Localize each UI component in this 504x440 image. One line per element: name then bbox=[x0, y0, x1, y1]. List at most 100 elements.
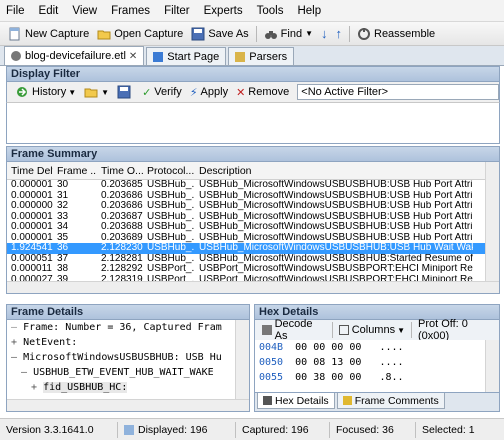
history-icon bbox=[17, 87, 27, 97]
cell-protocol: USBHub_... bbox=[147, 201, 195, 211]
tree-node-fid-usbhub-hc[interactable]: + fid_USBHUB_HC: bbox=[31, 382, 128, 393]
column-protocol[interactable]: Protocol... bbox=[143, 165, 195, 177]
tree-node-frame-label: Frame: Number = 36, Captured Fram bbox=[23, 322, 222, 333]
status-selected: Selected: 1 bbox=[422, 423, 475, 436]
hex-ascii: .... bbox=[379, 357, 404, 368]
columns-label: Columns bbox=[351, 324, 396, 336]
frame-row[interactable]: 0.000001 30 0.203685 USBHub_... USBHub_Micro… bbox=[7, 180, 499, 191]
collapse-minus-icon-2[interactable]: – bbox=[21, 367, 27, 378]
hex-view-vertical-scrollbar[interactable] bbox=[485, 340, 499, 392]
filter-verify-button[interactable]: ✓ Verify bbox=[138, 82, 186, 102]
cell-time-delta: 0.000001 bbox=[11, 190, 53, 201]
frame-row[interactable]: 0.000001 31 0.203686 USBHub_... USBHub_Micro… bbox=[7, 191, 499, 202]
frame-row[interactable]: 0.000001 34 0.203688 USBHub_... USBHub_Micro… bbox=[7, 222, 499, 233]
hex-ascii: .8.. bbox=[379, 372, 404, 383]
menu-experts[interactable]: Experts bbox=[204, 5, 243, 17]
filter-remove-button[interactable]: ✕ Remove bbox=[232, 82, 293, 102]
find-down-button[interactable]: ↓ bbox=[317, 24, 332, 44]
filter-apply-button[interactable]: ⚡ Apply bbox=[186, 82, 232, 102]
column-description[interactable]: Description bbox=[195, 165, 473, 177]
frame-row[interactable]: 0.000001 33 0.203687 USBHub_... USBHub_Micro… bbox=[7, 212, 499, 223]
find-button[interactable]: Find ▼ bbox=[260, 24, 317, 44]
frame-row[interactable]: 0.000011 38 2.128292 USBPort_... USBPort_Mic… bbox=[7, 264, 499, 275]
cell-time-delta: 0.000001 bbox=[11, 222, 53, 232]
frame-row[interactable]: 0.000001 35 0.203689 USBHub_... USBHub_Micro… bbox=[7, 233, 499, 244]
tab-capture-file[interactable]: blog-devicefailure.etl ✕ bbox=[4, 46, 145, 65]
cell-description: USBPort_MicrosoftWindowsUSBUSBPORT:EHCI … bbox=[199, 264, 473, 274]
tab-capture-file-label: blog-devicefailure.etl bbox=[25, 50, 126, 62]
tree-node-wait-wake[interactable]: – USBHUB_ETW_EVENT_HUB_WAIT_WAKE bbox=[21, 367, 214, 378]
find-up-button[interactable]: ↑ bbox=[332, 24, 347, 44]
menu-tools[interactable]: Tools bbox=[257, 5, 284, 17]
hex-row[interactable]: 0050 00 08 13 00 .... bbox=[259, 357, 404, 368]
decode-as-label: Decode As bbox=[274, 318, 313, 342]
tree-node-netevent[interactable]: + NetEvent: bbox=[11, 337, 77, 348]
frame-summary-horizontal-scrollbar[interactable] bbox=[7, 281, 499, 293]
new-capture-button[interactable]: New Capture bbox=[4, 24, 93, 44]
filter-history-button[interactable]: History ▼ bbox=[11, 82, 80, 102]
cell-description: USBHub_MicrosoftWindowsUSBUSBHUB:USB Hub… bbox=[199, 211, 473, 222]
expand-plus-icon-2[interactable]: + bbox=[31, 382, 37, 393]
cell-frame-number: 33 bbox=[57, 211, 69, 222]
close-tab-icon[interactable]: ✕ bbox=[129, 51, 137, 62]
status-focused: Focused: 36 bbox=[330, 421, 416, 438]
hex-address: 004B bbox=[259, 342, 284, 353]
collapse-minus-icon[interactable]: – bbox=[11, 352, 17, 363]
apply-filter-icon: ⚡ bbox=[189, 86, 198, 99]
filter-save-button[interactable] bbox=[113, 82, 138, 102]
reassemble-button[interactable]: Reassemble bbox=[353, 24, 439, 44]
cell-protocol: USBHub_... bbox=[147, 190, 195, 201]
tree-node-netevent-label: NetEvent: bbox=[23, 337, 78, 348]
frame-row[interactable]: 0.000051 37 2.128281 USBHub_... USBHub_Micro… bbox=[7, 254, 499, 265]
menu-help[interactable]: Help bbox=[297, 5, 321, 17]
expand-plus-icon[interactable]: + bbox=[11, 337, 17, 348]
cell-frame-number: 37 bbox=[57, 253, 69, 264]
cell-description: USBHub_MicrosoftWindowsUSBUSBHUB:Started… bbox=[199, 253, 473, 264]
tree-node-usbhub[interactable]: – MicrosoftWindowsUSBUSBHUB: USB Hu bbox=[11, 352, 222, 363]
tab-hex-details[interactable]: Hex Details bbox=[257, 393, 335, 409]
frame-details-horizontal-scrollbar[interactable] bbox=[7, 399, 249, 411]
open-capture-button[interactable]: Open Capture bbox=[93, 24, 187, 44]
tab-start-page[interactable]: Start Page bbox=[146, 47, 227, 65]
menu-file[interactable]: File bbox=[6, 5, 25, 17]
decode-as-button[interactable]: Decode As bbox=[259, 318, 329, 342]
hex-row[interactable]: 004B 00 00 00 00 .... bbox=[259, 342, 404, 353]
filter-text-area[interactable] bbox=[6, 102, 500, 144]
hex-row[interactable]: 0055 00 38 00 00 .8.. bbox=[259, 372, 404, 383]
column-frame-number[interactable]: Frame ... bbox=[53, 165, 97, 177]
cell-time-delta: 1.924541 bbox=[11, 243, 53, 253]
active-filter-field[interactable]: <No Active Filter> bbox=[297, 84, 499, 100]
arrow-down-icon: ↓ bbox=[321, 26, 328, 41]
save-as-button[interactable]: Save As bbox=[187, 24, 252, 44]
column-time-offset[interactable]: Time O... bbox=[97, 165, 143, 177]
tab-frame-comments[interactable]: Frame Comments bbox=[336, 393, 445, 409]
tab-parsers[interactable]: Parsers bbox=[228, 47, 295, 65]
columns-icon bbox=[338, 325, 349, 335]
cell-protocol: USBHub_... bbox=[147, 222, 195, 232]
filter-load-button[interactable]: ▼ bbox=[80, 82, 113, 102]
frame-row[interactable]: 0.000000 32 0.203686 USBHub_... USBHub_Micro… bbox=[7, 201, 499, 212]
find-label: Find bbox=[280, 27, 303, 40]
document-tab-bar: blog-devicefailure.etl ✕ Start Page Pars… bbox=[0, 46, 504, 66]
tree-branch-icon: – bbox=[11, 322, 18, 333]
display-filter-toolbar: History ▼ ▼ ✓ Verify ⚡ Apply ✕ Remove <N… bbox=[6, 82, 500, 102]
frame-summary-rows: 0.000001 30 0.203685 USBHub_... USBHub_Micro… bbox=[7, 180, 499, 285]
menu-filter[interactable]: Filter bbox=[164, 5, 190, 17]
history-chevron-down-icon: ▼ bbox=[68, 87, 77, 97]
column-time-delta[interactable]: Time Delta bbox=[7, 165, 53, 177]
cell-time-delta: 0.000001 bbox=[11, 232, 53, 243]
tree-node-frame[interactable]: – Frame: Number = 36, Captured Fram bbox=[11, 322, 222, 333]
reassemble-label: Reassemble bbox=[374, 27, 436, 40]
menu-view[interactable]: View bbox=[72, 5, 97, 17]
columns-button[interactable]: Columns ▼ bbox=[336, 320, 408, 340]
parsers-icon bbox=[235, 51, 246, 62]
menu-frames[interactable]: Frames bbox=[111, 5, 150, 17]
frame-summary-vertical-scrollbar[interactable] bbox=[485, 162, 499, 293]
save-as-label: Save As bbox=[208, 27, 249, 40]
menu-edit[interactable]: Edit bbox=[39, 5, 59, 17]
frame-details-vertical-scrollbar[interactable] bbox=[235, 320, 249, 411]
cell-frame-number: 30 bbox=[57, 180, 69, 190]
frame-summary-header: Time Delta Frame ... Time O... Protocol.… bbox=[7, 162, 499, 180]
find-dropdown-chevron-icon[interactable]: ▼ bbox=[305, 29, 313, 38]
selected-frame-row[interactable]: 1.924541 36 2.128230 USBHub_... USBHub_Micro… bbox=[7, 243, 499, 254]
